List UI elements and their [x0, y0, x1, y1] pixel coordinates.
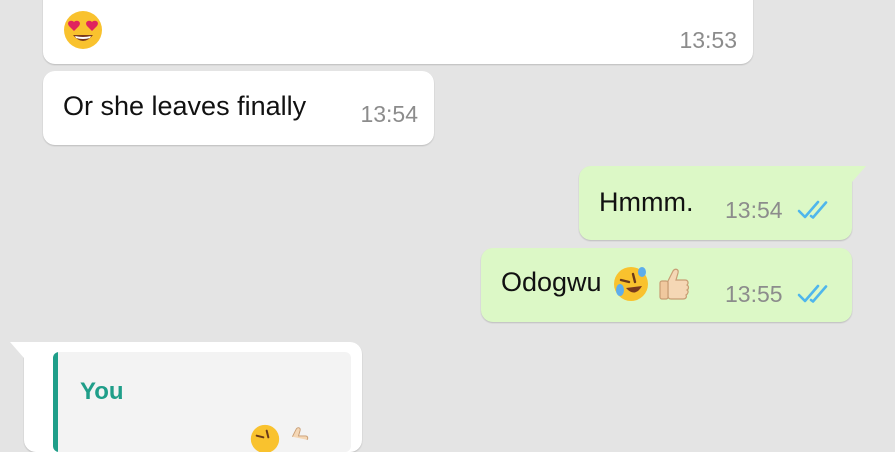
message-timestamp: 13:54: [360, 101, 418, 127]
message-text-word: Odogwu: [501, 267, 602, 298]
quote-accent-bar: [53, 352, 58, 452]
rolling-laughing-emoji-icon: [613, 266, 649, 302]
quote-author: You: [80, 378, 124, 405]
double-check-read-icon: [797, 199, 833, 221]
bubble-tail: [10, 342, 24, 358]
thumbs-up-emoji-icon: [657, 266, 691, 302]
quoted-message-preview: [80, 416, 340, 452]
bubble-tail: [852, 166, 866, 182]
message-text: Odogwu: [501, 266, 691, 302]
thumbs-up-emoji-icon: [284, 424, 310, 452]
message-bubble-incoming[interactable]: Or she leaves finally 13:54: [43, 71, 434, 145]
message-bubble-incoming-reply[interactable]: You: [10, 342, 362, 452]
message-bubble-incoming[interactable]: 13:53: [43, 0, 753, 64]
quoted-message[interactable]: You: [53, 352, 351, 452]
message-timestamp: 13:55: [725, 281, 783, 307]
message-bubble-outgoing[interactable]: Hmmm. 13:54: [579, 166, 866, 240]
message-text: Or she leaves finally: [63, 91, 307, 121]
message-timestamp: 13:53: [679, 27, 737, 53]
message-bubble-outgoing[interactable]: Odogwu 13:55: [481, 248, 852, 322]
message-text: Hmmm.: [599, 187, 694, 217]
rolling-laughing-emoji-icon: [250, 424, 280, 452]
heart-eyes-emoji-icon: [63, 10, 103, 50]
double-check-read-icon: [797, 283, 833, 305]
message-timestamp: 13:54: [725, 197, 783, 223]
